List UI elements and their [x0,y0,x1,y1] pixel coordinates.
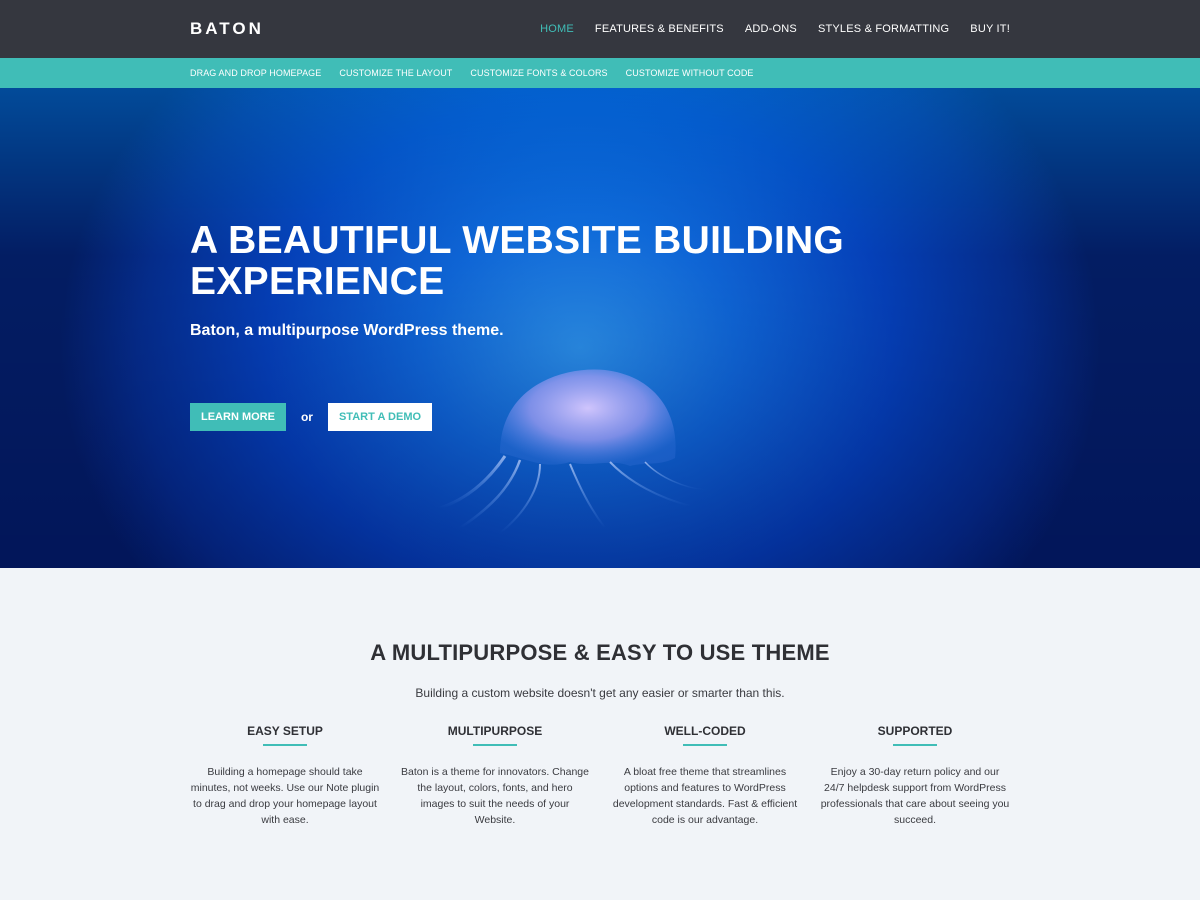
nav-buy-it[interactable]: BUY IT! [970,23,1010,35]
nav-add-ons[interactable]: ADD-ONS [745,23,797,35]
subnav-drag-drop-homepage[interactable]: DRAG AND DROP HOMEPAGE [190,68,321,78]
features-section: A MULTIPURPOSE & EASY TO USE THEME Build… [0,568,1200,828]
subnav-customize-without-code[interactable]: CUSTOMIZE WITHOUT CODE [626,68,754,78]
features-columns: EASY SETUP Building a homepage should ta… [190,724,1010,828]
feature-underline [893,744,937,746]
feature-title: MULTIPURPOSE [447,724,543,738]
hero-actions: LEARN MORE or START A DEMO [190,403,433,431]
start-demo-button[interactable]: START A DEMO [327,403,433,431]
features-lead: Building a custom website doesn't get an… [415,686,785,700]
feature-title: WELL-CODED [664,724,746,738]
or-label: or [300,410,313,424]
feature-title: EASY SETUP [247,724,323,738]
hero-subtitle: Baton, a multipurpose WordPress theme. [190,322,504,339]
hero-section: A BEAUTIFUL WEBSITE BUILDING EXPERIENCE … [0,88,1200,568]
main-nav: HOME FEATURES & BENEFITS ADD-ONS STYLES … [519,23,1010,35]
secondary-nav-bar: DRAG AND DROP HOMEPAGE CUSTOMIZE THE LAY… [0,58,1200,88]
nav-styles-formatting[interactable]: STYLES & FORMATTING [818,23,949,35]
feature-supported: SUPPORTED Enjoy a 30-day return policy a… [820,724,1010,828]
feature-title: SUPPORTED [877,724,953,738]
site-logo[interactable]: BATON [190,19,264,39]
feature-well-coded: WELL-CODED A bloat free theme that strea… [610,724,800,828]
top-navigation-bar: BATON HOME FEATURES & BENEFITS ADD-ONS S… [0,0,1200,58]
feature-text: A bloat free theme that streamlines opti… [612,766,798,826]
learn-more-button[interactable]: LEARN MORE [190,403,286,431]
subnav-customize-fonts-colors[interactable]: CUSTOMIZE FONTS & COLORS [470,68,607,78]
feature-easy-setup: EASY SETUP Building a homepage should ta… [190,724,380,828]
feature-underline [683,744,727,746]
feature-text: Baton is a theme for innovators. Change … [401,766,589,826]
subnav-customize-layout[interactable]: CUSTOMIZE THE LAYOUT [339,68,452,78]
feature-text: Enjoy a 30-day return policy and our 24/… [820,766,1010,826]
hero-title: A BEAUTIFUL WEBSITE BUILDING EXPERIENCE [190,219,845,303]
feature-underline [263,744,307,746]
nav-features-benefits[interactable]: FEATURES & BENEFITS [595,23,724,35]
feature-multipurpose: MULTIPURPOSE Baton is a theme for innova… [400,724,590,828]
feature-underline [473,744,517,746]
nav-home[interactable]: HOME [540,23,574,35]
features-title: A MULTIPURPOSE & EASY TO USE THEME [370,640,830,665]
feature-text: Building a homepage should take minutes,… [190,766,380,826]
